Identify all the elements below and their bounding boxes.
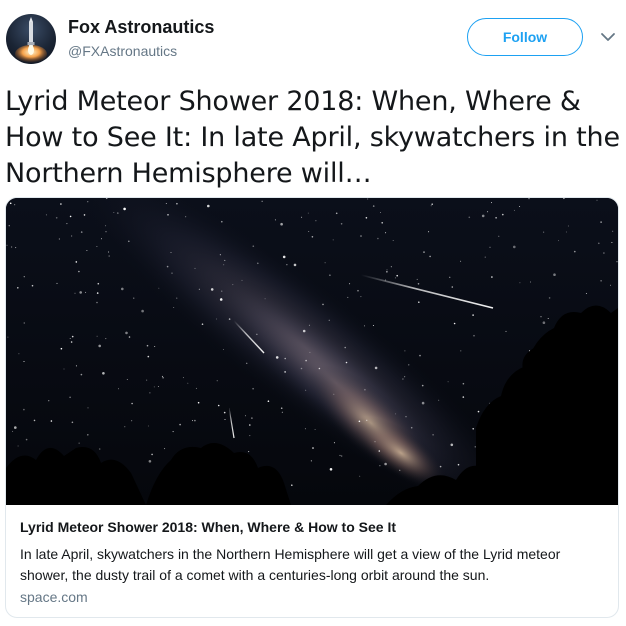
author-handle[interactable]: @FXAstronautics — [68, 43, 177, 59]
follow-button[interactable]: Follow — [467, 18, 583, 56]
tweet-menu-button[interactable] — [600, 29, 616, 45]
chevron-down-icon — [601, 33, 615, 41]
card-domain: space.com — [20, 589, 88, 605]
author-name[interactable]: Fox Astronautics — [68, 17, 214, 38]
night-sky-meteor-photo — [6, 198, 618, 505]
avatar[interactable] — [6, 14, 56, 64]
tweet-text: Lyrid Meteor Shower 2018: When, Where & … — [5, 86, 620, 189]
tweet: Fox Astronautics @FXAstronautics Follow … — [0, 0, 626, 626]
card-image — [6, 198, 618, 505]
card-title[interactable]: Lyrid Meteor Shower 2018: When, Where & … — [20, 519, 396, 535]
card-description: In late April, skywatchers in the Northe… — [20, 546, 561, 583]
rocket-launch-icon — [15, 17, 47, 63]
link-card[interactable]: Lyrid Meteor Shower 2018: When, Where & … — [5, 197, 619, 618]
